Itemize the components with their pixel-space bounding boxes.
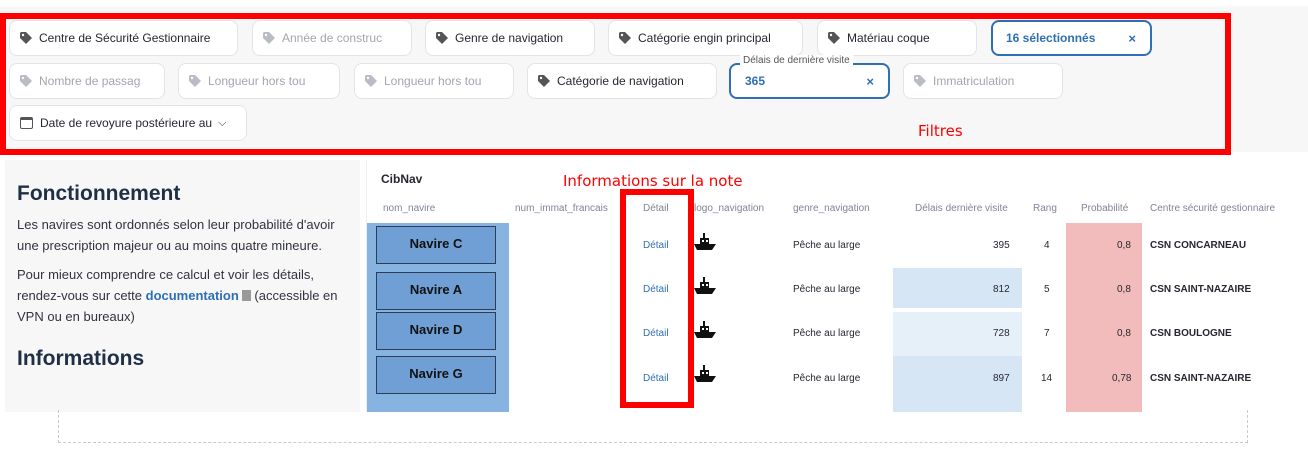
delai-cell: 812 (993, 284, 1010, 295)
ship-icon (694, 321, 716, 338)
rang-cell: 7 (1044, 328, 1050, 339)
annotation-note-label: Informations sur la note (563, 172, 743, 190)
filter-label: Genre de navigation (455, 31, 564, 45)
section-title-fonctionnement: Fonctionnement (17, 182, 181, 205)
column-header-rang[interactable]: Rang (1033, 203, 1057, 214)
filter-label: Année de construc (282, 31, 383, 45)
tag-icon (828, 32, 840, 44)
detail-link[interactable]: Détail (643, 240, 669, 251)
delay-filter-legend: Délais de dernière visite (740, 55, 853, 66)
navire-button[interactable]: Navire G (376, 356, 496, 394)
column-header-logo-navigation[interactable]: logo_navigation (694, 203, 764, 214)
delay-value: 365 (745, 74, 766, 88)
filter-label: Matériau coque (847, 31, 930, 45)
clear-selection-icon[interactable]: × (1128, 31, 1136, 46)
placeholder-outline (58, 410, 1248, 443)
centre-cell: CSN BOULOGNE (1150, 328, 1232, 339)
ship-icon (694, 277, 716, 294)
detail-link[interactable]: Détail (643, 284, 669, 295)
genre-cell: Pêche au large (793, 240, 861, 251)
detail-link[interactable]: Détail (643, 373, 669, 384)
filter-label: Longueur hors tou (384, 74, 482, 88)
navire-button[interactable]: Navire C (376, 226, 496, 264)
annotation-filters-label: Filtres (918, 122, 963, 140)
probabilite-cell: 0,8 (1117, 284, 1131, 295)
detail-link[interactable]: Détail (643, 328, 669, 339)
genre-cell: Pêche au large (793, 328, 861, 339)
table-title: CibNav (381, 172, 423, 186)
rang-cell: 14 (1041, 373, 1053, 384)
info-paragraph: Les navires sont ordonnés selon leur pro… (17, 217, 335, 253)
centre-cell: CSN SAINT-NAZAIRE (1150, 284, 1252, 295)
delai-column-bg (893, 356, 1022, 412)
rang-cell: 4 (1044, 240, 1050, 251)
info-paragraph-doc: Pour mieux comprendre ce calcul et voir … (17, 264, 347, 327)
filter-label: Immatriculation (933, 74, 1015, 88)
calendar-icon (20, 117, 33, 129)
filter-categorie-engin[interactable]: Catégorie engin principal (608, 20, 803, 56)
delai-cell: 395 (993, 240, 1010, 251)
probabilite-cell: 0,8 (1117, 240, 1131, 251)
column-header-detail[interactable]: Détail (643, 203, 669, 214)
tag-icon (619, 32, 631, 44)
filter-date-revoyure[interactable]: Date de revoyure postérieure au ⌵ (9, 105, 247, 141)
column-header-probabilite[interactable]: Probabilité (1081, 203, 1128, 214)
filter-longueur-hors-tout-min[interactable]: Longueur hors tou (178, 63, 340, 99)
genre-cell: Pêche au large (793, 284, 861, 295)
genre-cell: Pêche au large (793, 373, 861, 384)
delai-cell: 728 (993, 328, 1010, 339)
documentation-link[interactable]: documentation (146, 288, 239, 303)
filter-immatriculation[interactable]: Immatriculation (903, 63, 1063, 99)
rang-cell: 5 (1044, 284, 1050, 295)
tag-icon (914, 75, 926, 87)
navire-button[interactable]: Navire A (376, 272, 496, 310)
centre-cell: CSN CONCARNEAU (1150, 240, 1247, 251)
filter-centre-securite[interactable]: Centre de Sécurité Gestionnaire (9, 20, 238, 56)
filter-multiselect-selected[interactable]: 16 sélectionnés × (991, 20, 1152, 56)
filter-delais-derniere-visite[interactable]: 365 × (729, 63, 890, 99)
tag-icon (189, 75, 201, 87)
probabilite-cell: 0,78 (1112, 373, 1132, 384)
placeholder-outline-left (58, 410, 59, 443)
filter-longueur-hors-tout-max[interactable]: Longueur hors tou (354, 63, 514, 99)
tag-icon (436, 32, 448, 44)
filter-genre-navigation[interactable]: Genre de navigation (425, 20, 595, 56)
ship-icon (694, 233, 716, 250)
selected-count-label: 16 sélectionnés (1006, 31, 1096, 45)
info-panel: Fonctionnement Les navires sont ordonnés… (5, 160, 360, 412)
filter-materiau-coque[interactable]: Matériau coque (817, 20, 977, 56)
column-header-delais[interactable]: Délais dernière visite (915, 203, 1008, 214)
tag-icon (20, 75, 32, 87)
filter-label: Catégorie engin principal (638, 31, 771, 45)
section-title-informations: Informations (17, 347, 145, 370)
column-header-genre-navigation[interactable]: genre_navigation (793, 203, 870, 214)
tag-icon (365, 75, 377, 87)
filter-categorie-navigation[interactable]: Catégorie de navigation (527, 63, 717, 99)
filter-label: Date de revoyure postérieure au (40, 116, 213, 130)
clear-delay-icon[interactable]: × (866, 74, 874, 89)
chevron-down-icon: ⌵ (218, 116, 227, 129)
ship-icon (694, 365, 716, 382)
document-icon (241, 290, 251, 301)
delai-cell: 897 (993, 373, 1010, 384)
filter-nombre-passagers[interactable]: Nombre de passag (9, 63, 165, 99)
filter-label: Nombre de passag (39, 74, 141, 88)
tag-icon (263, 32, 275, 44)
centre-cell: CSN SAINT-NAZAIRE (1150, 373, 1252, 384)
tag-icon (538, 75, 550, 87)
probabilite-cell: 0,8 (1117, 328, 1131, 339)
tag-icon (20, 32, 32, 44)
column-header-num-immat[interactable]: num_immat_francais (515, 203, 608, 214)
filter-label: Catégorie de navigation (557, 74, 684, 88)
cibnav-table: CibNav nom_navire num_immat_francais Dét… (366, 160, 1308, 412)
filter-label: Longueur hors tou (208, 74, 306, 88)
column-header-nom-navire[interactable]: nom_navire (383, 203, 435, 214)
column-header-centre[interactable]: Centre sécurité gestionnaire (1150, 203, 1275, 214)
filter-annee-construction[interactable]: Année de construc (252, 20, 412, 56)
navire-button[interactable]: Navire D (376, 312, 496, 350)
filter-label: Centre de Sécurité Gestionnaire (39, 31, 211, 45)
